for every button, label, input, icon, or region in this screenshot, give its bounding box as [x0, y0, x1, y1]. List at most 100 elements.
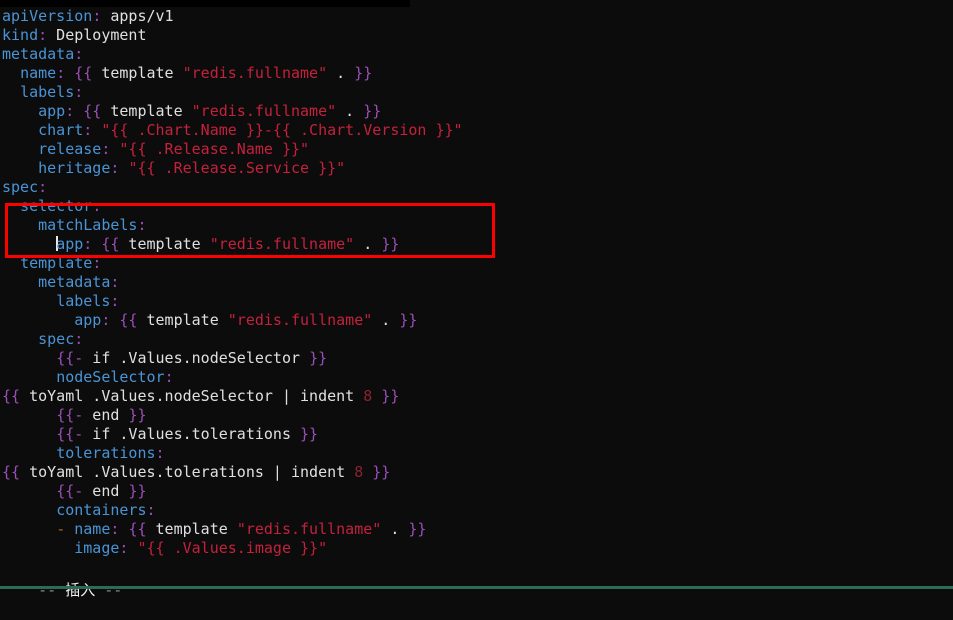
- code-line[interactable]: template:: [0, 254, 953, 273]
- token-br: {{-: [56, 425, 84, 443]
- editor-buffer[interactable]: apiVersion: apps/v1 kind: Deployment metad…: [0, 7, 953, 558]
- token-c: :: [74, 45, 84, 63]
- token-str: "{{ .Release.Service }}": [128, 159, 346, 177]
- token-k: app: [56, 235, 84, 253]
- token-v: .: [336, 102, 364, 120]
- terminal-window[interactable]: apiVersion: apps/v1 kind: Deployment metad…: [0, 0, 953, 599]
- token-k: apiVersion: [2, 7, 93, 25]
- code-line[interactable]: release: "{{ .Release.Name }}": [0, 140, 953, 159]
- code-line[interactable]: spec:: [0, 330, 953, 349]
- token-k: template: [20, 254, 93, 272]
- code-line[interactable]: {{- if .Values.tolerations }}: [0, 425, 953, 444]
- token-c: :: [155, 444, 165, 462]
- code-line[interactable]: metadata:: [0, 273, 953, 292]
- code-line[interactable]: image: "{{ .Values.image }}": [0, 539, 953, 558]
- token-v: if .Values.nodeSelector: [83, 349, 310, 367]
- token-c: :: [92, 197, 102, 215]
- token-br: {{: [101, 235, 120, 253]
- token-k: image: [74, 539, 120, 557]
- token-k: nodeSelector: [56, 368, 165, 386]
- token-c: :: [110, 292, 120, 310]
- code-line[interactable]: selector:: [0, 197, 953, 216]
- code-line[interactable]: apiVersion: apps/v1: [0, 7, 953, 26]
- code-line[interactable]: heritage: "{{ .Release.Service }}": [0, 159, 953, 178]
- token-c: :: [83, 121, 93, 139]
- code-line[interactable]: app: {{ template "redis.fullname" . }}: [0, 102, 953, 121]
- token-v: [65, 64, 74, 82]
- code-line[interactable]: - name: {{ template "redis.fullname" . }…: [0, 520, 953, 539]
- token-br: }}: [354, 64, 373, 82]
- token-br: }}: [381, 387, 400, 405]
- token-c: :: [56, 64, 66, 82]
- token-c: :: [83, 235, 93, 253]
- token-k: heritage: [38, 159, 111, 177]
- token-c: :: [38, 178, 48, 196]
- code-line[interactable]: chart: "{{ .Chart.Name }}-{{ .Chart.Vers…: [0, 121, 953, 140]
- token-k: labels: [56, 292, 111, 310]
- token-v: .: [354, 235, 382, 253]
- token-c: :: [38, 26, 48, 44]
- token-br: {{: [83, 102, 102, 120]
- token-k: kind: [2, 26, 39, 44]
- token-num: 8: [354, 463, 364, 481]
- code-line[interactable]: {{- end }}: [0, 406, 953, 425]
- code-line[interactable]: {{ toYaml .Values.tolerations | indent 8…: [0, 463, 953, 482]
- code-line[interactable]: nodeSelector:: [0, 368, 953, 387]
- token-c: :: [92, 254, 102, 272]
- token-str: "redis.fullname": [182, 64, 328, 82]
- code-line[interactable]: labels:: [0, 292, 953, 311]
- code-line[interactable]: containers:: [0, 501, 953, 520]
- token-br: }}: [399, 311, 418, 329]
- token-v: .: [372, 311, 400, 329]
- token-k: name: [20, 64, 57, 82]
- token-br: {{: [2, 463, 21, 481]
- token-br: {{: [119, 311, 138, 329]
- code-line[interactable]: {{- end }}: [0, 482, 953, 501]
- code-line[interactable]: {{- if .Values.nodeSelector }}: [0, 349, 953, 368]
- code-line[interactable]: tolerations:: [0, 444, 953, 463]
- token-c: :: [65, 102, 75, 120]
- token-c: :: [137, 216, 147, 234]
- token-k: labels: [20, 83, 75, 101]
- token-br: }}: [128, 406, 147, 424]
- token-br: {{-: [56, 406, 84, 424]
- code-line[interactable]: metadata:: [0, 45, 953, 64]
- token-c: :: [74, 330, 84, 348]
- token-k: matchLabels: [38, 216, 138, 234]
- token-v: template: [119, 235, 210, 253]
- token-br: {{-: [56, 482, 84, 500]
- code-line[interactable]: app: {{ template "redis.fullname" . }}: [0, 311, 953, 330]
- token-v: [372, 387, 381, 405]
- token-v: .: [327, 64, 355, 82]
- code-line[interactable]: labels:: [0, 83, 953, 102]
- token-c: :: [164, 368, 174, 386]
- token-str: "{{ .Release.Name }}": [119, 140, 310, 158]
- code-line[interactable]: matchLabels:: [0, 216, 953, 235]
- code-line[interactable]: spec:: [0, 178, 953, 197]
- token-br: {{-: [56, 349, 84, 367]
- code-line[interactable]: app: {{ template "redis.fullname" . }}: [0, 235, 953, 254]
- code-line[interactable]: {{ toYaml .Values.nodeSelector | indent …: [0, 387, 953, 406]
- token-str: "redis.fullname": [209, 235, 355, 253]
- token-k: metadata: [38, 273, 111, 291]
- code-line[interactable]: kind: Deployment: [0, 26, 953, 45]
- code-line[interactable]: name: {{ template "redis.fullname" . }}: [0, 64, 953, 83]
- token-v: apps/v1: [101, 7, 174, 25]
- token-v: if .Values.tolerations: [83, 425, 301, 443]
- token-v: [363, 463, 372, 481]
- token-k: spec: [38, 330, 75, 348]
